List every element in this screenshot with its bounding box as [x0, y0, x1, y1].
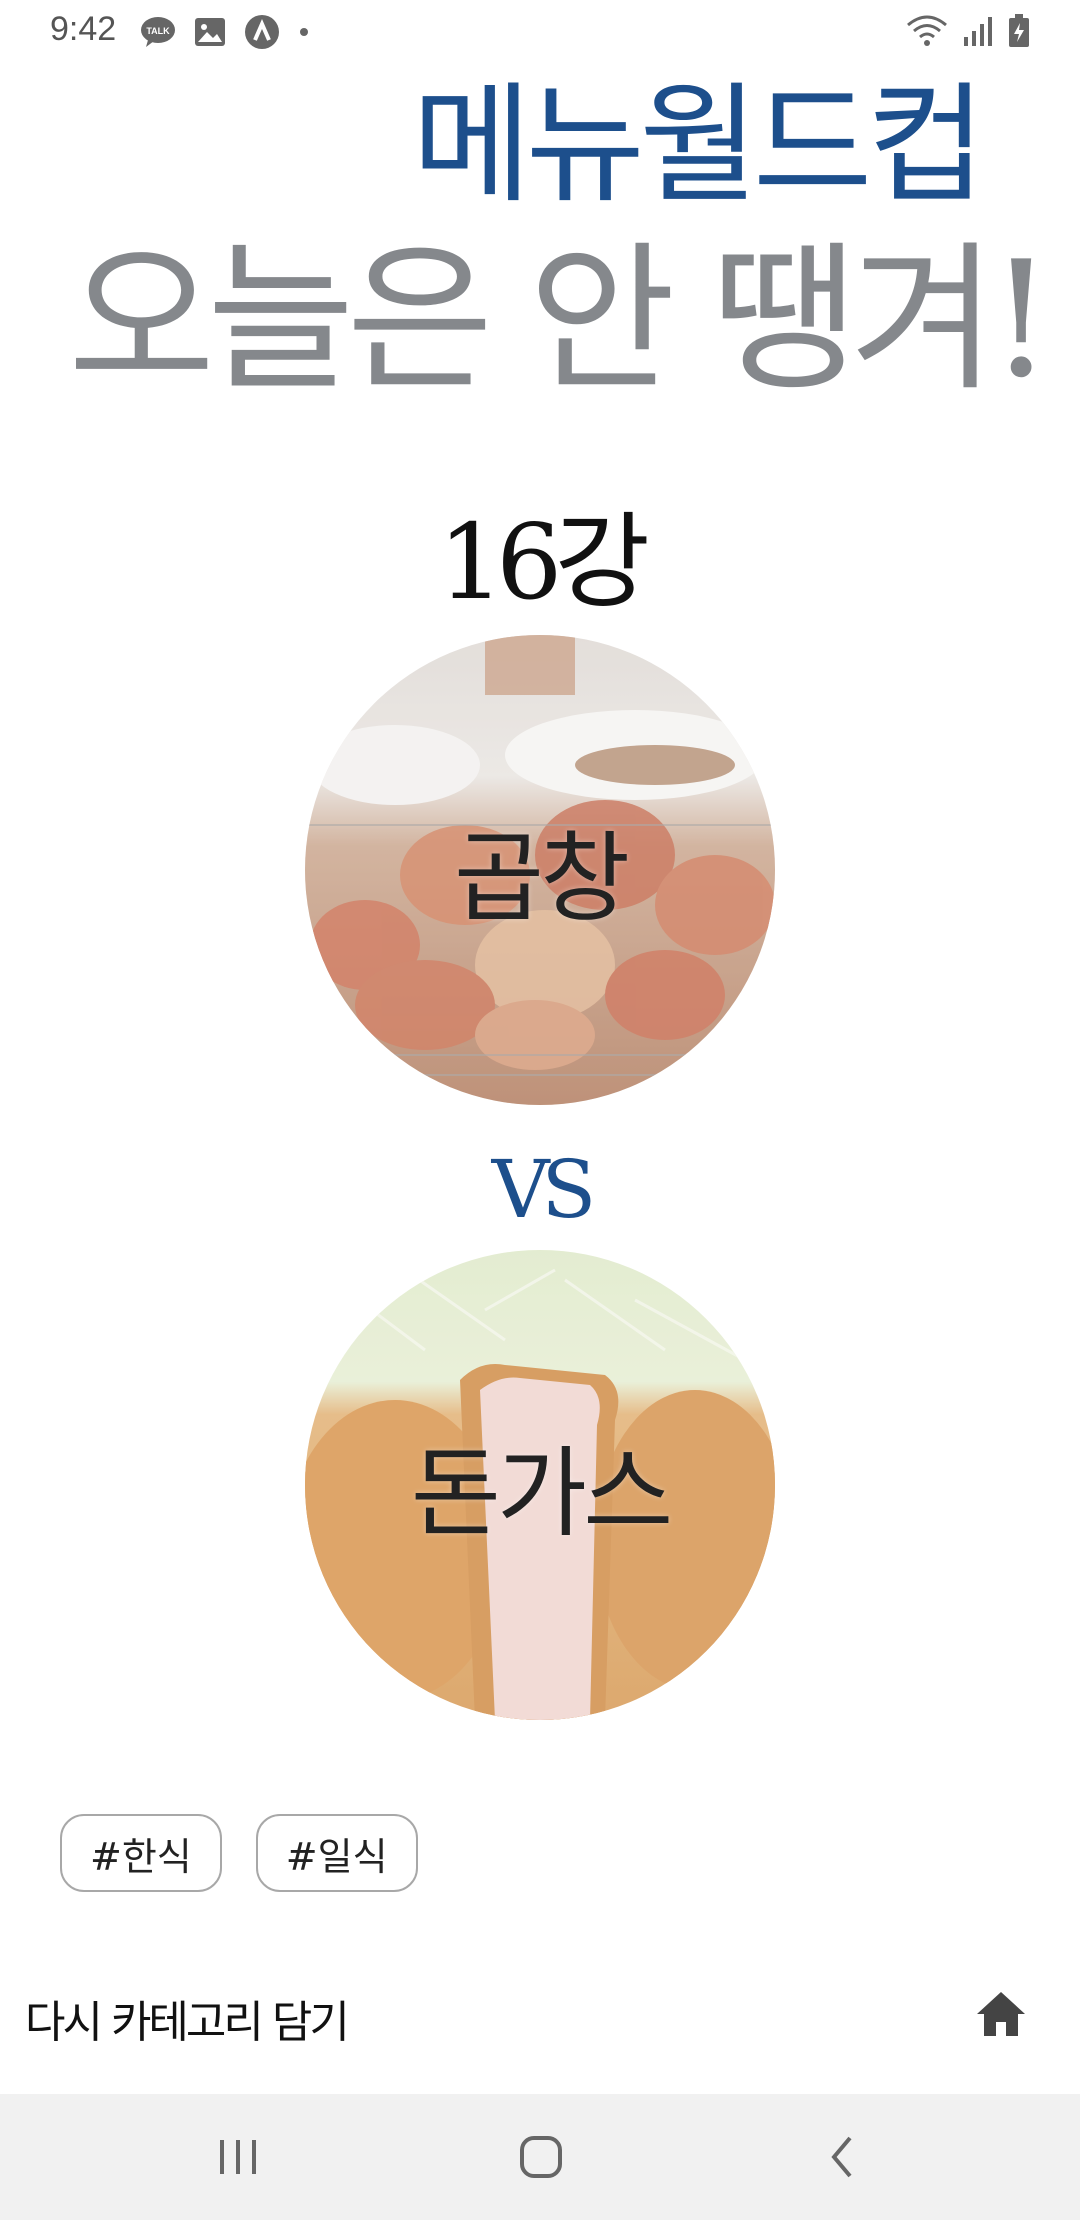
- back-icon[interactable]: [812, 2132, 872, 2182]
- tag-list: #한식 #일식: [60, 1814, 418, 1892]
- recent-apps-icon[interactable]: [208, 2132, 268, 2182]
- svg-text:TALK: TALK: [146, 26, 170, 36]
- system-icons: [906, 14, 1030, 48]
- wifi-icon: [907, 15, 947, 46]
- choice-a-label: 곱창: [453, 822, 630, 936]
- home-circle-icon[interactable]: [510, 2132, 570, 2182]
- system-nav-bar: [0, 2094, 1080, 2220]
- signal-icon: [964, 17, 992, 46]
- retry-category-button[interactable]: 다시 카테고리 담기: [25, 1986, 350, 2050]
- notification-icons: TALK: [140, 14, 310, 50]
- tag-korean[interactable]: #한식: [60, 1814, 222, 1892]
- status-bar: 9:42 TALK: [0, 0, 1080, 64]
- app-title: 메뉴월드컵: [411, 69, 986, 221]
- choice-b-label: 돈가스: [410, 1437, 673, 1551]
- battery-charging-icon: [1009, 14, 1029, 47]
- dot-icon: [300, 28, 308, 36]
- round-label: 16강: [437, 501, 650, 623]
- page-subtitle: 오늘은 안 땡겨!: [68, 226, 1053, 413]
- home-icon[interactable]: [975, 1988, 1027, 2040]
- tag-japanese[interactable]: #일식: [255, 1814, 418, 1892]
- image-icon: [195, 18, 225, 46]
- status-time: 9:42: [50, 10, 117, 48]
- choice-card-b[interactable]: 돈가스: [305, 1250, 775, 1720]
- screen: 9:42 TALK 메뉴월드컵 오늘은 안 땡겨! 16강 곱창 VS 돈가스 …: [0, 0, 1080, 2220]
- nav-arrow-icon: [245, 15, 279, 49]
- choice-card-a[interactable]: 곱창: [305, 635, 775, 1105]
- talk-icon: TALK: [141, 17, 175, 47]
- vs-label: VS: [491, 1143, 597, 1236]
